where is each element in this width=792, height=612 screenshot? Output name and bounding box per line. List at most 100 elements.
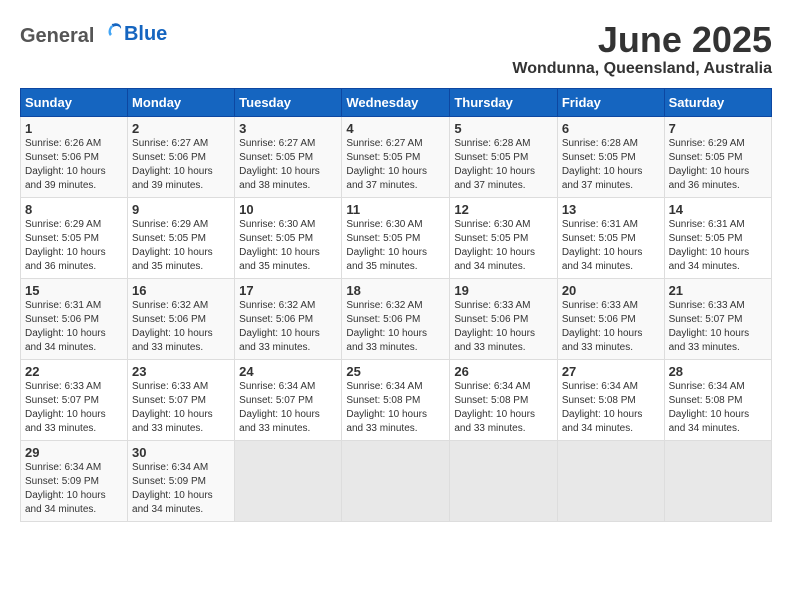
table-row: 30Sunrise: 6:34 AMSunset: 5:09 PMDayligh…	[128, 440, 235, 521]
daylight-text: Daylight: 10 hours and 37 minutes.	[454, 166, 535, 191]
page-header: General Blue June 2025 Wondunna, Queensl…	[20, 20, 772, 78]
daylight-text: Daylight: 10 hours and 34 minutes.	[669, 247, 750, 272]
day-info: Sunrise: 6:26 AMSunset: 5:06 PMDaylight:…	[25, 137, 123, 193]
col-thursday: Thursday	[450, 88, 557, 116]
daylight-text: Daylight: 10 hours and 33 minutes.	[239, 328, 320, 353]
table-row: 15 Sunrise: 6:31 AM Sunset: 5:06 PM Dayligh…	[21, 278, 128, 359]
table-row: 26Sunrise: 6:34 AMSunset: 5:08 PMDayligh…	[450, 359, 557, 440]
sunset-text: Sunset: 5:09 PM	[25, 476, 99, 487]
day-info: Sunrise: 6:29 AMSunset: 5:05 PMDaylight:…	[25, 218, 123, 274]
day-info: Sunrise: 6:31 AMSunset: 5:05 PMDaylight:…	[669, 218, 767, 274]
sunset-text: Sunset: 5:06 PM	[562, 314, 636, 325]
sunrise-text: Sunrise: 6:27 AM	[132, 138, 208, 149]
sunset-text: Sunset: 5:07 PM	[25, 395, 99, 406]
daylight-text: Daylight: 10 hours and 39 minutes.	[132, 166, 213, 191]
table-row: 18Sunrise: 6:32 AMSunset: 5:06 PMDayligh…	[342, 278, 450, 359]
sunrise-text: Sunrise: 6:31 AM	[669, 219, 745, 230]
day-number: 9	[132, 202, 230, 217]
day-info: Sunrise: 6:32 AM Sunset: 5:06 PM Daylight:…	[239, 299, 337, 355]
day-number: 19	[454, 283, 552, 298]
sunrise-text: Sunrise: 6:31 AM	[562, 219, 638, 230]
day-number: 15	[25, 283, 123, 298]
sunrise-text: Sunrise: 6:33 AM	[454, 300, 530, 311]
sunrise-text: Sunrise: 6:32 AM	[239, 300, 315, 311]
sunrise-text: Sunrise: 6:30 AM	[346, 219, 422, 230]
table-row: 21Sunrise: 6:33 AMSunset: 5:07 PMDayligh…	[664, 278, 771, 359]
logo-bird-icon	[102, 20, 124, 42]
table-row	[557, 440, 664, 521]
col-monday: Monday	[128, 88, 235, 116]
day-info: Sunrise: 6:34 AMSunset: 5:08 PMDaylight:…	[346, 380, 445, 436]
table-row	[235, 440, 342, 521]
day-number: 27	[562, 364, 660, 379]
day-info: Sunrise: 6:31 AM Sunset: 5:06 PM Daylight:…	[25, 299, 123, 355]
daylight-text: Daylight: 10 hours and 34 minutes.	[562, 409, 643, 434]
sunrise-text: Sunrise: 6:34 AM	[454, 381, 530, 392]
daylight-text: Daylight: 10 hours and 36 minutes.	[25, 247, 106, 272]
daylight-text: Daylight: 10 hours and 35 minutes.	[239, 247, 320, 272]
daylight-text: Daylight: 10 hours and 35 minutes.	[132, 247, 213, 272]
table-row	[664, 440, 771, 521]
day-number: 8	[25, 202, 123, 217]
location-title: Wondunna, Queensland, Australia	[512, 60, 772, 78]
daylight-text: Daylight: 10 hours and 33 minutes.	[239, 409, 320, 434]
sunset-text: Sunset: 5:05 PM	[454, 233, 528, 244]
day-number: 4	[346, 121, 445, 136]
day-number: 23	[132, 364, 230, 379]
logo-blue: Blue	[124, 23, 167, 45]
table-row	[450, 440, 557, 521]
daylight-text: Daylight: 10 hours and 39 minutes.	[25, 166, 106, 191]
day-info: Sunrise: 6:27 AMSunset: 5:05 PMDaylight:…	[346, 137, 445, 193]
day-info: Sunrise: 6:27 AMSunset: 5:05 PMDaylight:…	[239, 137, 337, 193]
sunset-text: Sunset: 5:06 PM	[25, 152, 99, 163]
sunset-text: Sunset: 5:06 PM	[25, 314, 99, 325]
table-row: 24Sunrise: 6:34 AMSunset: 5:07 PMDayligh…	[235, 359, 342, 440]
day-info: Sunrise: 6:27 AMSunset: 5:06 PMDaylight:…	[132, 137, 230, 193]
sunset-text: Sunset: 5:06 PM	[239, 314, 313, 325]
day-number: 22	[25, 364, 123, 379]
sunset-text: Sunset: 5:06 PM	[454, 314, 528, 325]
sunrise-text: Sunrise: 6:28 AM	[454, 138, 530, 149]
sunrise-text: Sunrise: 6:30 AM	[454, 219, 530, 230]
sunrise-text: Sunrise: 6:29 AM	[25, 219, 101, 230]
table-row: 10Sunrise: 6:30 AMSunset: 5:05 PMDayligh…	[235, 197, 342, 278]
daylight-text: Daylight: 10 hours and 33 minutes.	[562, 328, 643, 353]
daylight-text: Daylight: 10 hours and 37 minutes.	[562, 166, 643, 191]
sunrise-text: Sunrise: 6:31 AM	[25, 300, 101, 311]
day-info: Sunrise: 6:30 AMSunset: 5:05 PMDaylight:…	[454, 218, 552, 274]
day-number: 3	[239, 121, 337, 136]
sunrise-text: Sunrise: 6:28 AM	[562, 138, 638, 149]
day-number: 14	[669, 202, 767, 217]
col-tuesday: Tuesday	[235, 88, 342, 116]
sunrise-text: Sunrise: 6:34 AM	[346, 381, 422, 392]
table-row: 3Sunrise: 6:27 AMSunset: 5:05 PMDaylight…	[235, 116, 342, 197]
day-info: Sunrise: 6:33 AMSunset: 5:07 PMDaylight:…	[132, 380, 230, 436]
day-info: Sunrise: 6:32 AMSunset: 5:06 PMDaylight:…	[132, 299, 230, 355]
month-title: June 2025	[512, 20, 772, 60]
sunset-text: Sunset: 5:08 PM	[454, 395, 528, 406]
sunrise-text: Sunrise: 6:29 AM	[132, 219, 208, 230]
day-number: 16	[132, 283, 230, 298]
table-row: 22Sunrise: 6:33 AMSunset: 5:07 PMDayligh…	[21, 359, 128, 440]
table-row: 23Sunrise: 6:33 AMSunset: 5:07 PMDayligh…	[128, 359, 235, 440]
sunrise-text: Sunrise: 6:33 AM	[25, 381, 101, 392]
day-info: Sunrise: 6:34 AMSunset: 5:08 PMDaylight:…	[669, 380, 767, 436]
day-number: 25	[346, 364, 445, 379]
sunset-text: Sunset: 5:05 PM	[239, 233, 313, 244]
table-row: 2Sunrise: 6:27 AMSunset: 5:06 PMDaylight…	[128, 116, 235, 197]
col-friday: Friday	[557, 88, 664, 116]
day-info: Sunrise: 6:33 AMSunset: 5:06 PMDaylight:…	[454, 299, 552, 355]
table-row	[342, 440, 450, 521]
daylight-text: Daylight: 10 hours and 34 minutes.	[25, 328, 106, 353]
day-info: Sunrise: 6:30 AMSunset: 5:05 PMDaylight:…	[239, 218, 337, 274]
daylight-text: Daylight: 10 hours and 33 minutes.	[669, 328, 750, 353]
table-row: 9 Sunrise: 6:29 AM Sunset: 5:05 PM Daylight…	[128, 197, 235, 278]
sunset-text: Sunset: 5:05 PM	[132, 233, 206, 244]
day-info: Sunrise: 6:34 AM Sunset: 5:08 PM Daylight:…	[454, 380, 552, 436]
sunrise-text: Sunrise: 6:32 AM	[346, 300, 422, 311]
daylight-text: Daylight: 10 hours and 33 minutes.	[454, 409, 535, 434]
day-number: 24	[239, 364, 337, 379]
sunrise-text: Sunrise: 6:27 AM	[239, 138, 315, 149]
sunset-text: Sunset: 5:08 PM	[669, 395, 743, 406]
sunset-text: Sunset: 5:07 PM	[239, 395, 313, 406]
